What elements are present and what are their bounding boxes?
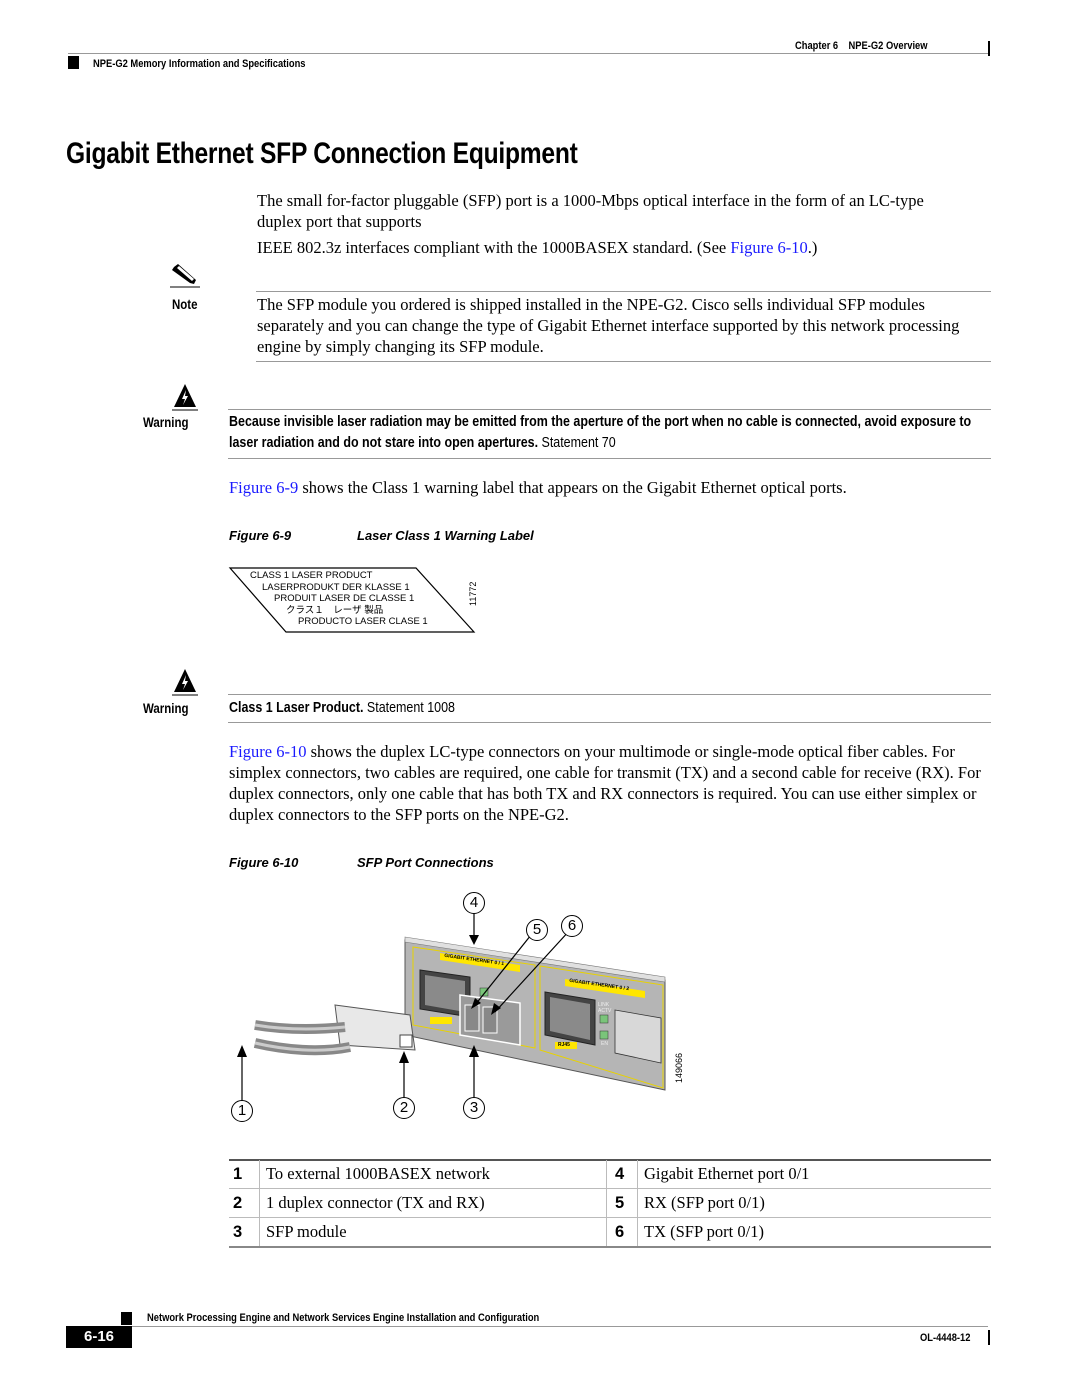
warning1-text: Because invisible laser radiation may be…	[229, 412, 986, 454]
legend-description: SFP module	[259, 1217, 607, 1247]
warning2-bottom-rule	[228, 722, 991, 723]
label-line-es: PRODUCTO LASER CLASE 1	[298, 616, 428, 627]
figure-6-10-reference: Figure 6-10 shows the duplex LC-type con…	[229, 741, 994, 825]
legend-description: Gigabit Ethernet port 0/1	[637, 1160, 991, 1189]
intro-paragraph: The small for-factor pluggable (SFP) por…	[257, 190, 997, 258]
en-label: EN	[601, 1041, 608, 1047]
callout-3: 3	[463, 1097, 485, 1119]
legend-description: RX (SFP port 0/1)	[637, 1188, 991, 1218]
warning1-statement: Statement 70	[538, 435, 616, 451]
warning2-label: Warning	[143, 700, 189, 716]
doc-id: OL-4448-12	[920, 1332, 971, 1344]
laser-label-text: CLASS 1 LASER PRODUCT LASERPRODUKT DER K…	[250, 570, 428, 628]
legend-number: 2	[233, 1193, 243, 1212]
label-line-de: LASERPRODUKT DER KLASSE 1	[262, 581, 410, 593]
intro-line-2: duplex port that supports	[257, 212, 422, 231]
callout-legend-table: 1 To external 1000BASEX network 4 Gigabi…	[229, 1160, 991, 1248]
legend-number: 3	[233, 1222, 243, 1241]
table-row: 3 SFP module 6 TX (SFP port 0/1)	[229, 1217, 991, 1247]
note-bottom-rule	[256, 361, 991, 362]
note-top-rule	[256, 291, 991, 292]
figure-6-9-link[interactable]: Figure 6-9	[229, 478, 298, 497]
warning2-bold: Class 1 Laser Product.	[229, 700, 364, 716]
chapter-number: Chapter 6	[795, 40, 839, 52]
figure-6-10-art-id: 149066	[674, 1052, 684, 1083]
warning2-top-rule	[228, 694, 991, 695]
legend-description: TX (SFP port 0/1)	[637, 1217, 991, 1247]
footer-marker	[121, 1312, 132, 1325]
legend-number: 6	[606, 1217, 638, 1247]
figure-6-9-reference-text: shows the Class 1 warning label that app…	[298, 478, 847, 497]
footer-rule	[121, 1326, 988, 1327]
chapter-title: NPE-G2 Overview	[848, 40, 928, 52]
note-text: The SFP module you ordered is shipped in…	[257, 295, 960, 356]
figure-6-10-link[interactable]: Figure 6-10	[730, 238, 807, 257]
note-label: Note	[172, 296, 198, 312]
warning1-top-rule	[228, 409, 991, 410]
figure-6-10-ref-link[interactable]: Figure 6-10	[229, 742, 306, 761]
warning1-label: Warning	[143, 414, 189, 430]
warning1-bottom-rule	[228, 458, 991, 459]
page-number: 6-16	[66, 1326, 132, 1348]
warning2-statement: Statement 1008	[363, 700, 455, 716]
figure-6-10-reference-text: shows the duplex LC-type connectors on y…	[229, 742, 981, 824]
figure-6-10-caption: SFP Port Connections	[357, 855, 494, 870]
warning-triangle-icon	[172, 668, 198, 701]
header-section-marker	[68, 56, 79, 69]
pencil-icon	[170, 264, 200, 293]
actv-label: ACTV	[598, 1008, 612, 1014]
figure-6-10-number: Figure 6-10	[229, 855, 299, 870]
header-chapter: Chapter 6 NPE-G2 Overview	[795, 40, 948, 52]
callout-4: 4	[463, 892, 485, 914]
figure-6-9-reference: Figure 6-9 shows the Class 1 warning lab…	[229, 477, 999, 498]
header-rule	[68, 53, 988, 54]
warning2-text: Class 1 Laser Product. Statement 1008	[229, 698, 986, 719]
rj45-label: RJ45	[558, 1042, 570, 1048]
figure-6-9-art-id: 11772	[468, 581, 478, 606]
header-bar	[988, 41, 990, 56]
callout-5: 5	[526, 919, 548, 941]
intro-line-3: IEEE 802.3z interfaces compliant with th…	[257, 237, 997, 258]
label-line-jp: クラス１ レーザ 製品	[286, 604, 384, 616]
warning-triangle-icon	[172, 383, 198, 416]
legend-description: To external 1000BASEX network	[259, 1160, 607, 1189]
footer-bar	[988, 1330, 990, 1345]
laser-class-label: CLASS 1 LASER PRODUCT LASERPRODUKT DER K…	[228, 566, 488, 636]
intro-line-1: The small for-factor pluggable (SFP) por…	[257, 191, 924, 210]
header-section: NPE-G2 Memory Information and Specificat…	[93, 58, 306, 70]
label-line-fr: PRODUIT LASER DE CLASSE 1	[274, 593, 415, 604]
label-line-en: CLASS 1 LASER PRODUCT	[250, 570, 373, 581]
callout-2: 2	[393, 1097, 415, 1119]
intro-line-3-end: .)	[807, 238, 818, 257]
footer-book-title: Network Processing Engine and Network Se…	[147, 1312, 540, 1324]
table-row: 2 1 duplex connector (TX and RX) 5 RX (S…	[229, 1188, 991, 1218]
legend-number: 5	[606, 1188, 638, 1218]
page-title: Gigabit Ethernet SFP Connection Equipmen…	[66, 137, 578, 170]
legend-description: 1 duplex connector (TX and RX)	[259, 1188, 607, 1218]
figure-6-9-number: Figure 6-9	[229, 528, 292, 543]
intro-line-3-text: IEEE 802.3z interfaces compliant with th…	[257, 238, 731, 257]
callout-1: 1	[231, 1100, 253, 1122]
figure-6-9-caption: Laser Class 1 Warning Label	[357, 528, 534, 543]
legend-number: 1	[233, 1164, 243, 1183]
legend-number: 4	[606, 1160, 638, 1189]
callout-6: 6	[561, 915, 583, 937]
sfp-port-illustration: GIGABIT ETHERNET 0 / 1 GIGABIT ETHERNET …	[225, 885, 695, 1130]
table-row: 1 To external 1000BASEX network 4 Gigabi…	[229, 1160, 991, 1189]
